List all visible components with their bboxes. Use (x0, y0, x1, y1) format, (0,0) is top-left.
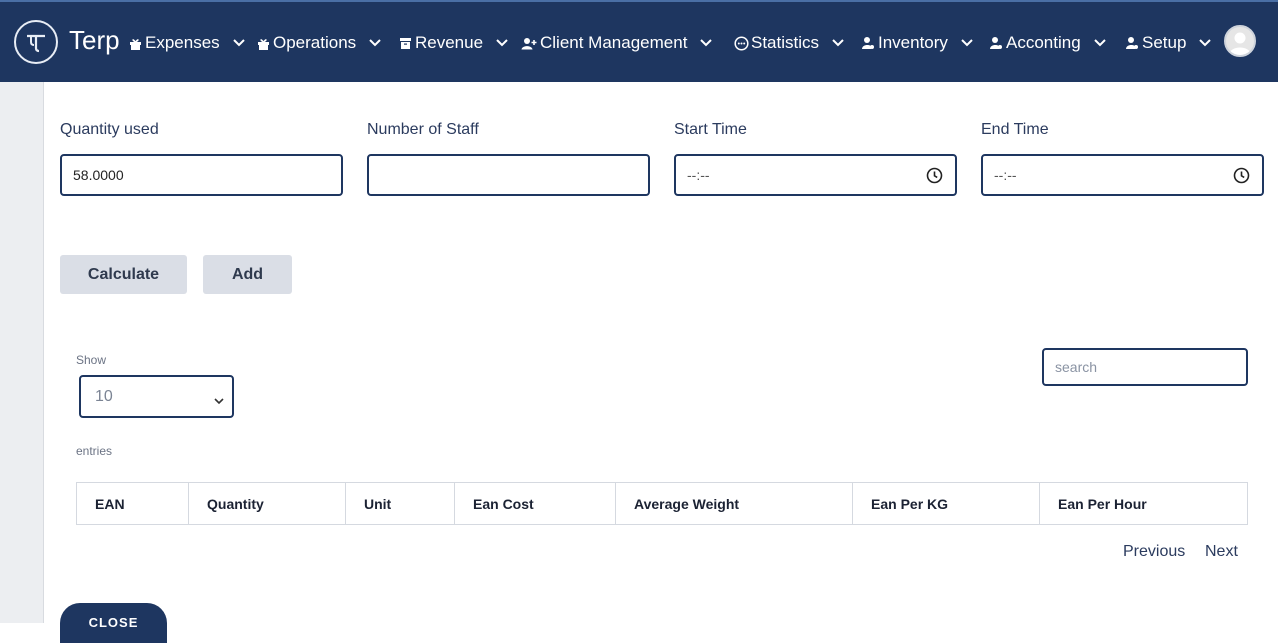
column-header-quantity[interactable]: Quantity (188, 482, 346, 525)
nav-client-management[interactable]: Client Management (520, 32, 713, 54)
quantity-used-label: Quantity used (60, 121, 159, 138)
user-avatar[interactable] (1224, 25, 1256, 57)
archive-icon (397, 35, 413, 51)
users-icon (520, 35, 538, 51)
calculate-button[interactable]: Calculate (60, 255, 187, 294)
chevron-down-icon (495, 36, 509, 50)
end-time-input[interactable]: --:-- (981, 154, 1264, 196)
search-input[interactable]: search (1042, 348, 1248, 386)
user-avatar-icon (1229, 32, 1251, 55)
ean-table: EAN Quantity Unit Ean Cost Average Weigh… (76, 482, 1248, 525)
nav-operations-label: Operations (273, 33, 357, 52)
dots-circle-icon (733, 35, 749, 51)
end-time-value: --:-- (994, 167, 1017, 183)
nav-acconting-label: Acconting (1006, 33, 1081, 52)
previous-page-link[interactable]: Previous (1123, 543, 1185, 561)
user-gear-icon (1124, 35, 1140, 51)
quantity-used-input[interactable]: 58.0000 (60, 154, 343, 196)
show-label: Show (76, 353, 107, 367)
entries-label: entries (76, 444, 113, 458)
nav-statistics-label: Statistics (751, 33, 820, 52)
gift-icon (127, 35, 143, 51)
clock-icon[interactable] (1233, 167, 1250, 184)
start-time-value: --:-- (687, 167, 710, 183)
top-navbar: Terp Expenses Operations Revenue Client … (0, 0, 1278, 82)
column-header-ean[interactable]: EAN (76, 482, 189, 525)
column-header-average-weight[interactable]: Average Weight (615, 482, 853, 525)
close-button[interactable]: CLOSE (60, 603, 167, 643)
nav-expenses[interactable]: Expenses (127, 32, 246, 54)
chevron-down-icon (831, 36, 845, 50)
nav-acconting[interactable]: Acconting (988, 32, 1107, 54)
nav-revenue[interactable]: Revenue (397, 32, 509, 54)
user-gear-icon (988, 35, 1004, 51)
table-header-row: EAN Quantity Unit Ean Cost Average Weigh… (76, 482, 1248, 525)
quantity-used-value: 58.0000 (73, 167, 124, 183)
user-gear-icon (860, 35, 876, 51)
chevron-down-icon (960, 36, 974, 50)
column-header-ean-cost[interactable]: Ean Cost (454, 482, 616, 525)
chevron-down-icon (699, 36, 713, 50)
start-time-label: Start Time (674, 121, 747, 138)
nav-revenue-label: Revenue (415, 33, 484, 52)
nav-operations[interactable]: Operations (255, 32, 382, 54)
column-header-ean-per-kg[interactable]: Ean Per KG (852, 482, 1040, 525)
clock-icon[interactable] (926, 167, 943, 184)
page-size-select[interactable]: 10 (79, 375, 234, 418)
nav-setup-label: Setup (1142, 33, 1187, 52)
gift-icon (255, 35, 271, 51)
nav-setup[interactable]: Setup (1124, 32, 1212, 54)
nav-inventory[interactable]: Inventory (860, 32, 974, 54)
number-of-staff-label: Number of Staff (367, 121, 479, 138)
left-sidebar-strip (0, 82, 44, 623)
number-of-staff-input[interactable] (367, 154, 650, 196)
chevron-down-icon (232, 36, 246, 50)
nav-expenses-label: Expenses (145, 33, 220, 52)
start-time-input[interactable]: --:-- (674, 154, 957, 196)
next-page-link[interactable]: Next (1205, 543, 1238, 561)
add-button[interactable]: Add (203, 255, 292, 294)
nav-client-management-label: Client Management (540, 33, 688, 52)
page-size-value: 10 (95, 387, 113, 405)
end-time-label: End Time (981, 121, 1049, 138)
chevron-down-icon (214, 392, 224, 410)
nav-statistics[interactable]: Statistics (733, 32, 845, 54)
chevron-down-icon (1198, 36, 1212, 50)
search-placeholder: search (1055, 359, 1098, 375)
column-header-ean-per-hour[interactable]: Ean Per Hour (1039, 482, 1248, 525)
chevron-down-icon (368, 36, 382, 50)
terp-logo-icon[interactable] (14, 20, 58, 64)
chevron-down-icon (1093, 36, 1107, 50)
column-header-unit[interactable]: Unit (345, 482, 455, 525)
nav-inventory-label: Inventory (878, 33, 948, 52)
brand-name[interactable]: Terp (69, 25, 120, 56)
